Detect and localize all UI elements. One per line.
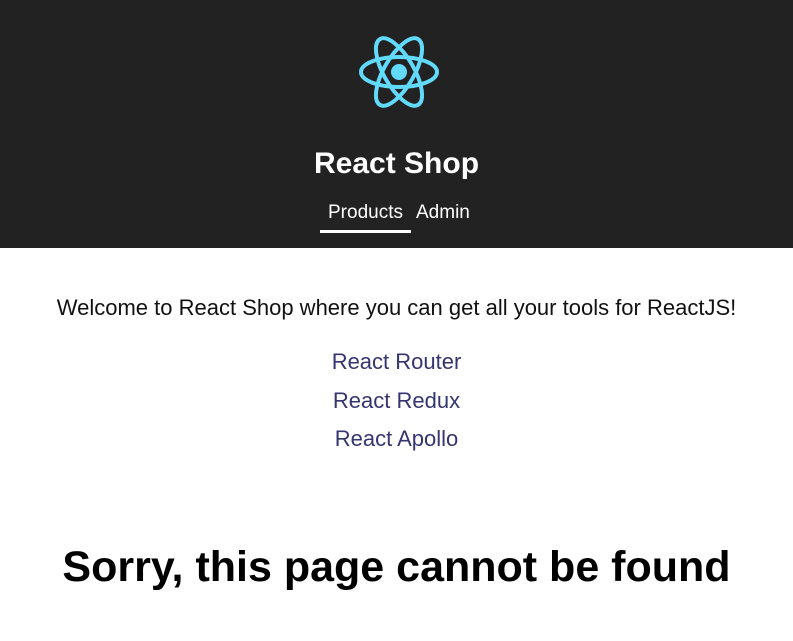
app-header: React Shop Products Admin (0, 0, 793, 248)
link-react-redux[interactable]: React Redux (307, 387, 487, 426)
welcome-message: Welcome to React Shop where you can get … (56, 295, 737, 320)
react-atom-icon (358, 30, 440, 114)
nav-link-admin[interactable]: Admin (416, 200, 476, 233)
link-react-apollo[interactable]: React Apollo (307, 425, 487, 464)
not-found-heading: Sorry, this page cannot be found (62, 543, 731, 591)
tool-links-list: React Router React Redux React Apollo (0, 348, 793, 464)
main-nav: Products Admin (0, 200, 793, 234)
link-react-router[interactable]: React Router (307, 348, 487, 387)
nav-link-products[interactable]: Products (320, 200, 411, 233)
site-title: React Shop (313, 147, 480, 180)
